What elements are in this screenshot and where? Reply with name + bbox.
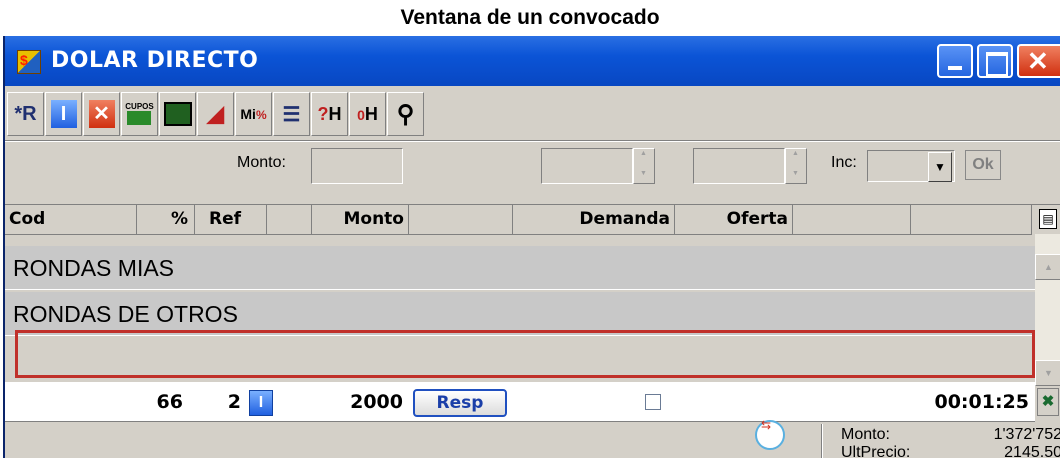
row-monto: 2000: [350, 391, 403, 413]
row-clear-icon[interactable]: ✖: [1037, 388, 1059, 416]
oferta-spinner[interactable]: [785, 148, 807, 184]
control-row: Monto: Inc: ▼ Ok: [5, 144, 1060, 198]
resp-button[interactable]: Resp: [413, 389, 507, 417]
status-ultprecio-label: UltPrecio:: [841, 444, 911, 458]
demanda-spinner[interactable]: [633, 148, 655, 184]
search-settings-icon[interactable]: ⚲: [387, 92, 424, 136]
col-extra[interactable]: [793, 205, 911, 235]
row-checkbox[interactable]: [645, 394, 661, 410]
group-rondas-mias[interactable]: RONDAS MIAS: [5, 246, 1035, 290]
col-demanda[interactable]: Demanda: [513, 205, 675, 235]
window-title: DOLAR DIRECTO: [51, 48, 259, 73]
maximize-button[interactable]: [977, 44, 1013, 78]
grid-header: Cod % Ref Monto Demanda Oferta ▤: [5, 204, 1060, 235]
close-button[interactable]: [1017, 44, 1060, 78]
dolar-directo-window: $ DOLAR DIRECTO *R I ✕ CUPOS ◢ Mi% ☰ ?H …: [3, 36, 1060, 458]
mi-percent-icon[interactable]: Mi%: [235, 92, 272, 136]
status-divider: [821, 424, 823, 458]
zero-h-icon[interactable]: 0H: [349, 92, 386, 136]
col-cod[interactable]: Cod: [5, 205, 137, 235]
toolbar: *R I ✕ CUPOS ◢ Mi% ☰ ?H 0H ⚲: [7, 92, 425, 140]
info-icon[interactable]: I: [45, 92, 82, 136]
col-pct[interactable]: %: [137, 205, 195, 235]
network-globe-icon: ⇆: [755, 418, 785, 450]
status-ultprecio-value: 2145.50: [1004, 444, 1060, 458]
question-h-icon[interactable]: ?H: [311, 92, 348, 136]
row-info-icon[interactable]: I: [249, 390, 273, 416]
status-monto-value: 1'372'752: [993, 426, 1060, 443]
row-ref: 2: [227, 391, 241, 413]
page-title: Ventana de un convocado: [400, 6, 660, 29]
status-monto-label: Monto:: [841, 426, 890, 443]
col-last[interactable]: [911, 205, 1032, 235]
ok-button[interactable]: Ok: [965, 150, 1001, 180]
col-blank[interactable]: [267, 205, 312, 235]
windows-icon[interactable]: [159, 92, 196, 136]
scroll-up-arrow[interactable]: ▲: [1035, 254, 1060, 280]
monto-label: Monto:: [237, 154, 286, 171]
row-oferta-time: 00:01:25: [934, 391, 1029, 413]
app-icon[interactable]: $: [17, 50, 41, 74]
monto-input[interactable]: [311, 148, 403, 184]
highlight-frame: [15, 330, 1035, 378]
minimize-button[interactable]: [937, 44, 973, 78]
toolbar-separator: [5, 140, 1060, 142]
chart-icon[interactable]: ◢: [197, 92, 234, 136]
refresh-r-icon[interactable]: *R: [7, 92, 44, 136]
title-bar[interactable]: $ DOLAR DIRECTO: [5, 36, 1060, 86]
inc-label: Inc:: [831, 154, 857, 171]
vertical-scrollbar[interactable]: ▲ ▼: [1035, 234, 1060, 386]
list-icon[interactable]: ☰: [273, 92, 310, 136]
cupos-icon[interactable]: CUPOS: [121, 92, 158, 136]
chevron-down-icon[interactable]: ▼: [928, 152, 952, 182]
cancel-icon[interactable]: ✕: [83, 92, 120, 136]
col-monto[interactable]: Monto: [312, 205, 409, 235]
scroll-down-arrow[interactable]: ▼: [1035, 360, 1060, 386]
row-pct: 66: [156, 391, 183, 413]
col-spacer[interactable]: [409, 205, 513, 235]
col-oferta[interactable]: Oferta: [675, 205, 793, 235]
grid-export-icon[interactable]: ▤: [1039, 209, 1057, 229]
table-row[interactable]: 66 2 I 2000 Resp 00:01:25: [5, 382, 1035, 422]
col-ref[interactable]: Ref: [195, 205, 267, 235]
oferta-spin-field[interactable]: [693, 148, 785, 184]
demanda-spin-field[interactable]: [541, 148, 633, 184]
